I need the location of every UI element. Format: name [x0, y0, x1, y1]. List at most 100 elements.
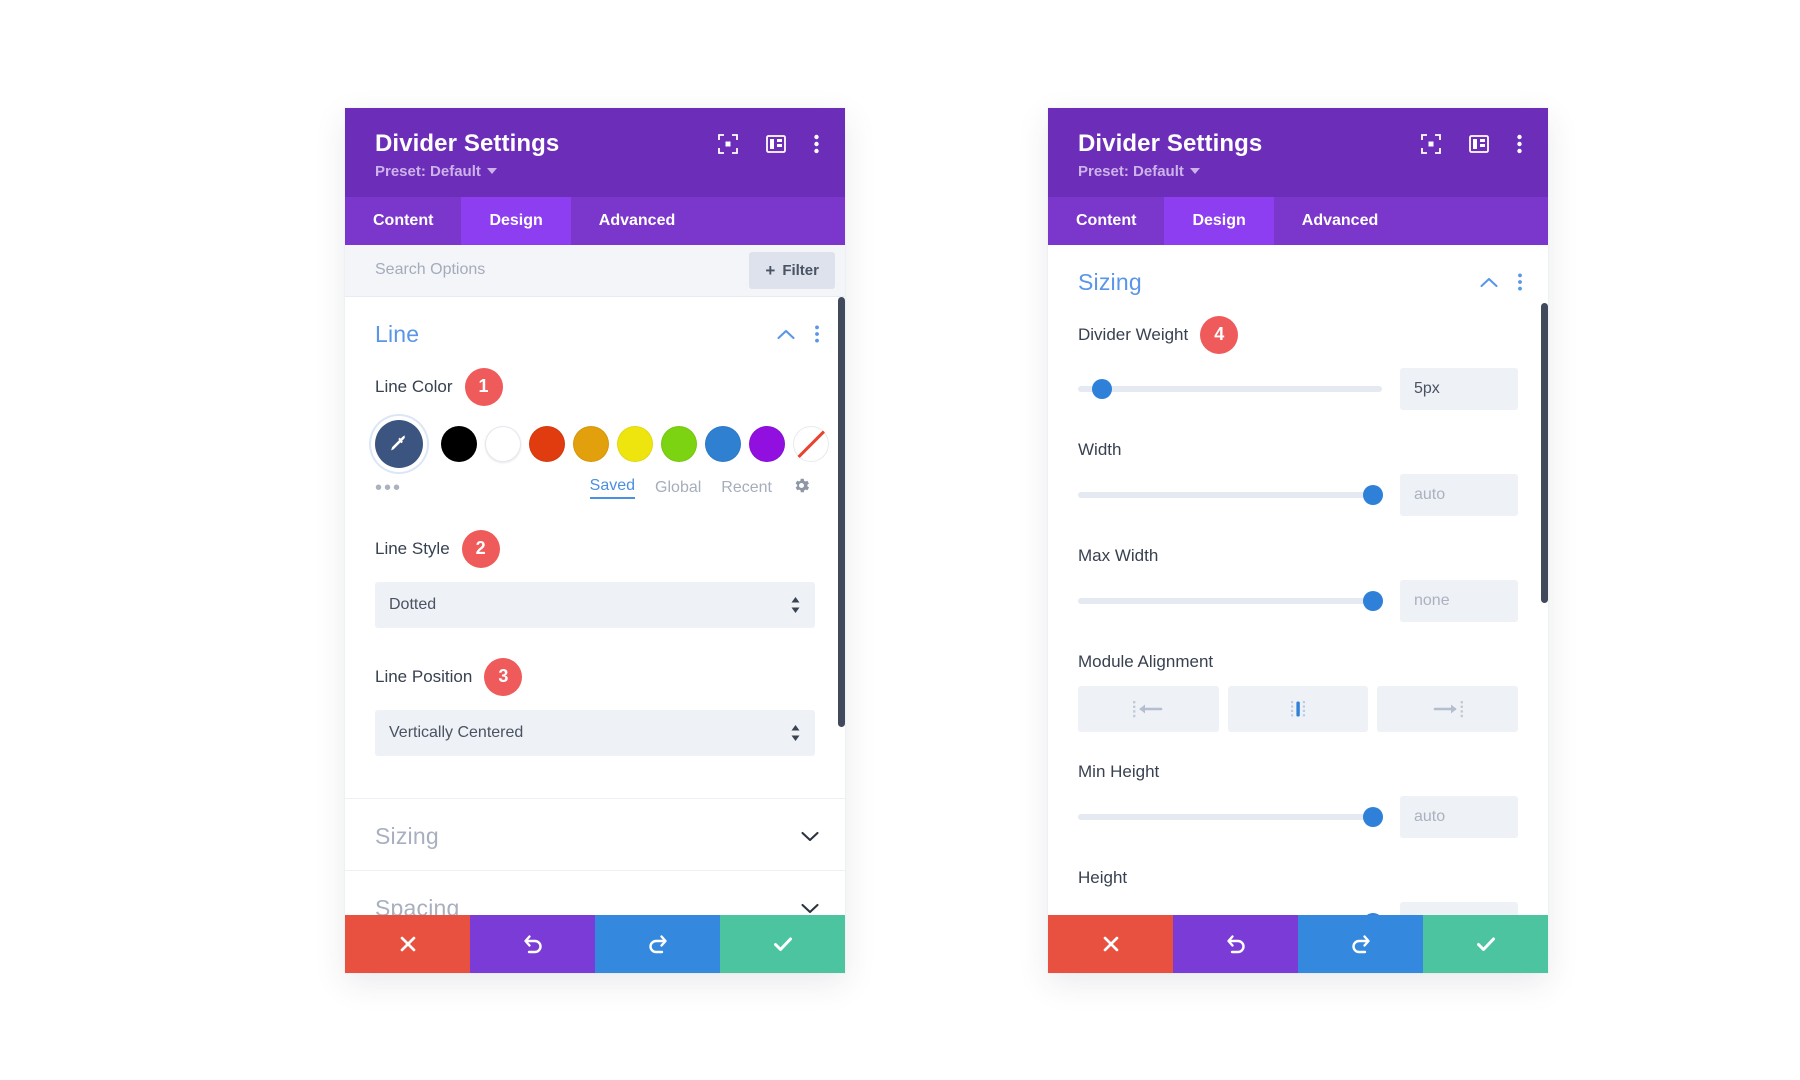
section-header-spacing[interactable]: Spacing [345, 871, 845, 915]
tab-design[interactable]: Design [461, 196, 571, 245]
scrollbar-left[interactable] [838, 296, 845, 727]
more-vertical-icon[interactable] [1518, 273, 1522, 291]
width-input[interactable]: auto [1400, 473, 1518, 516]
tab-design[interactable]: Design [1164, 196, 1274, 245]
filter-label: Filter [782, 261, 819, 279]
line-color-label-row: Line Color 1 [375, 367, 815, 406]
redo-button[interactable] [595, 915, 720, 973]
undo-button[interactable] [470, 915, 595, 973]
field-line-style: Line Style 2 Dotted [345, 529, 845, 628]
section-header-line[interactable]: Line [345, 297, 845, 368]
search-input[interactable]: Search Options [375, 261, 485, 279]
swatch-white[interactable] [485, 425, 521, 462]
section-header-sizing[interactable]: Sizing [345, 799, 845, 870]
tab-content[interactable]: Content [345, 197, 461, 245]
swatch-amber[interactable] [573, 425, 609, 462]
align-left-button[interactable] [1078, 685, 1219, 732]
line-position-label-row: Line Position 3 [375, 657, 815, 696]
tab-advanced[interactable]: Advanced [571, 197, 703, 245]
swatch-green[interactable] [661, 425, 697, 462]
slider-handle[interactable] [1362, 484, 1383, 505]
swatch-black[interactable] [441, 425, 477, 462]
field-width: Width auto [1048, 440, 1548, 516]
section-header-sizing[interactable]: Sizing [1048, 245, 1548, 316]
undo-button[interactable] [1173, 915, 1298, 973]
width-label: Width [1078, 439, 1122, 459]
field-line-color: Line Color 1 ••• Saved Global Recent [345, 367, 845, 500]
divider-weight-slider[interactable] [1078, 378, 1382, 399]
height-label: Height [1078, 867, 1128, 887]
line-position-label: Line Position [375, 666, 473, 686]
focus-icon[interactable] [1421, 134, 1441, 154]
layout-panel-icon[interactable] [1469, 135, 1489, 153]
slider-handle[interactable] [1362, 912, 1383, 915]
gear-icon[interactable] [792, 476, 811, 500]
swatch-transparent[interactable] [793, 425, 829, 462]
more-vertical-icon[interactable] [1517, 134, 1522, 154]
height-input[interactable]: auto [1400, 901, 1518, 915]
scrollbar-right[interactable] [1541, 302, 1548, 603]
slider-handle[interactable] [1092, 378, 1113, 399]
cancel-button[interactable] [1048, 915, 1173, 973]
palette-tab-saved[interactable]: Saved [589, 477, 636, 499]
swatch-purple[interactable] [749, 425, 785, 462]
slider-handle[interactable] [1362, 806, 1383, 827]
cancel-button[interactable] [345, 915, 470, 973]
line-style-select[interactable]: Dotted [375, 581, 815, 628]
select-arrows-icon [790, 724, 801, 742]
tab-advanced[interactable]: Advanced [1274, 197, 1406, 245]
preset-label: Preset: Default [1078, 162, 1184, 180]
tab-content[interactable]: Content [1048, 197, 1164, 245]
eyedropper-icon[interactable] [375, 419, 423, 468]
layout-panel-icon[interactable] [766, 135, 786, 153]
more-colors-button[interactable]: ••• [375, 478, 402, 498]
annotation-badge-2: 2 [461, 529, 500, 568]
more-vertical-icon[interactable] [815, 325, 819, 343]
section-title-sizing: Sizing [375, 822, 439, 849]
palette-meta-row: ••• Saved Global Recent [375, 476, 815, 500]
swatch-red[interactable] [529, 425, 565, 462]
max-width-slider[interactable] [1078, 590, 1383, 611]
align-right-button[interactable] [1377, 685, 1519, 732]
palette-tab-recent[interactable]: Recent [721, 479, 772, 497]
swatch-yellow[interactable] [617, 425, 653, 462]
chevron-up-icon[interactable] [777, 329, 795, 340]
max-width-input[interactable]: none [1400, 579, 1518, 622]
slider-handle[interactable] [1362, 590, 1383, 611]
height-control: auto [1078, 901, 1518, 915]
module-alignment-group [1078, 685, 1519, 732]
section-controls-sizing [801, 831, 819, 842]
line-color-label: Line Color [375, 376, 453, 396]
swatch-blue[interactable] [705, 425, 741, 462]
chevron-down-icon[interactable] [801, 831, 819, 842]
min-height-input[interactable]: auto [1400, 795, 1518, 838]
save-button[interactable] [720, 915, 845, 973]
annotation-badge-3: 3 [484, 657, 523, 696]
tab-bar-left: Content Design Advanced [345, 196, 845, 245]
palette-tab-global[interactable]: Global [655, 479, 701, 497]
header-icon-group [1421, 134, 1522, 154]
width-label-row: Width [1078, 440, 1518, 460]
chevron-up-icon[interactable] [1480, 277, 1498, 288]
line-position-value: Vertically Centered [389, 723, 524, 741]
filter-button[interactable]: + Filter [749, 251, 835, 289]
more-vertical-icon[interactable] [814, 134, 819, 154]
field-divider-weight: Divider Weight 4 5px [1048, 315, 1548, 410]
divider-weight-input[interactable]: 5px [1400, 367, 1518, 410]
line-position-select[interactable]: Vertically Centered [375, 709, 815, 756]
redo-button[interactable] [1298, 915, 1423, 973]
align-center-button[interactable] [1227, 685, 1369, 732]
chevron-down-icon[interactable] [801, 903, 819, 914]
save-button[interactable] [1423, 915, 1548, 973]
max-width-control: none [1078, 579, 1518, 622]
width-slider[interactable] [1078, 484, 1383, 505]
preset-selector[interactable]: Preset: Default [375, 163, 497, 180]
panel-body-left: Line Line Color 1 ••• Saved Global Recen… [345, 296, 845, 915]
preset-selector[interactable]: Preset: Default [1078, 163, 1200, 180]
min-height-slider[interactable] [1078, 806, 1383, 827]
field-module-alignment: Module Alignment [1048, 652, 1548, 732]
field-height: Height auto [1048, 868, 1548, 915]
align-left-icon [1133, 700, 1163, 718]
line-style-label-row: Line Style 2 [375, 529, 815, 568]
focus-icon[interactable] [718, 134, 738, 154]
